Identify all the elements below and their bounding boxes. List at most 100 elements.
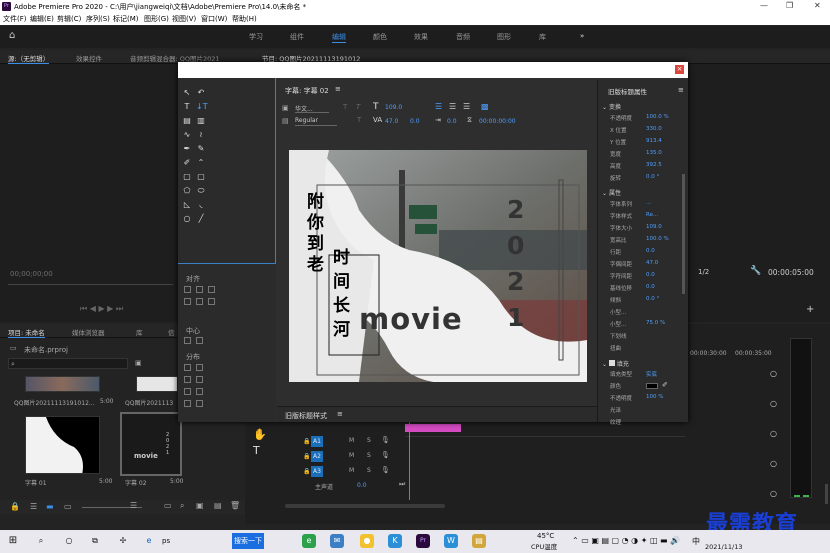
maximize-icon[interactable]: ❐ — [786, 1, 793, 10]
property-value[interactable]: 0.0 ° — [646, 174, 659, 180]
hand-tool-icon[interactable]: ✋ — [253, 428, 267, 441]
menu-graphics[interactable]: 图形(G) — [144, 14, 169, 24]
tab-value[interactable]: 0.0 — [447, 118, 457, 125]
property-row[interactable]: 字体样式 Re... — [598, 212, 688, 222]
property-row[interactable]: 宽度 135.0 — [598, 150, 688, 160]
italic-icon[interactable]: T — [356, 103, 360, 111]
align-vcenter-icon[interactable] — [196, 298, 203, 305]
search-icon[interactable]: ⌕ — [34, 534, 48, 548]
center-horizontal-icon[interactable] — [184, 337, 191, 344]
property-value[interactable]: 100.0 % — [646, 114, 669, 120]
lock-icon[interactable]: 🔒 — [303, 438, 310, 445]
path-type-tool-icon[interactable]: ∿ — [182, 130, 192, 140]
property-row[interactable]: 颜色 — [598, 382, 688, 392]
home-icon[interactable]: ⌂ — [9, 30, 15, 41]
property-row[interactable]: 填充类型 实底 — [598, 370, 688, 380]
property-value[interactable]: 0.0 — [646, 248, 655, 254]
property-row[interactable]: 不透明度 100 % — [598, 394, 688, 404]
solo-button[interactable]: S — [367, 467, 371, 474]
workspace-tab[interactable]: 库 — [539, 32, 546, 42]
type-tool-icon[interactable]: T — [182, 102, 192, 112]
tray-icons[interactable]: ⌃ ▭ ▣ ▤ ▢ ◔ ◑ ✦ ◫ ▬ 🔊 — [572, 536, 680, 545]
property-row[interactable]: 宽高比 100.0 % — [598, 236, 688, 246]
align-right-icon[interactable] — [208, 286, 215, 293]
property-value[interactable]: 135.0 — [646, 150, 662, 156]
clipped-rect-tool-icon[interactable]: ⬠ — [182, 186, 192, 196]
scroll-knob-icon[interactable]: ○ — [770, 429, 777, 438]
property-row[interactable]: Y 位置 913.4 — [598, 138, 688, 148]
close-icon[interactable]: ✕ — [814, 1, 821, 10]
clip-thumbnail[interactable] — [25, 376, 100, 392]
workspace-tab[interactable]: 学习 — [249, 32, 263, 42]
minimize-icon[interactable]: — — [760, 1, 768, 10]
menu-view[interactable]: 视图(V) — [172, 14, 196, 24]
leading-value[interactable]: 0.0 — [410, 118, 420, 125]
scroll-knob-icon[interactable]: ○ — [770, 489, 777, 498]
workspace-tab[interactable]: 音频 — [456, 32, 470, 42]
app-green-icon[interactable]: e — [302, 534, 316, 548]
ie-icon[interactable]: e — [142, 534, 156, 548]
property-value[interactable]: 75.0 % — [646, 320, 665, 326]
track-a1[interactable]: A1 — [311, 436, 323, 447]
transport-controls-icon[interactable]: ⏮ ◀ ▶ ▶ ⏭ — [80, 304, 123, 314]
property-row[interactable]: 不透明度 100.0 % — [598, 114, 688, 124]
property-row[interactable]: 光泽 — [598, 406, 688, 416]
property-row[interactable]: 字体大小 109.0 — [598, 224, 688, 234]
property-row[interactable]: 字符间距 0.0 — [598, 272, 688, 282]
track-a3[interactable]: A3 — [311, 466, 323, 477]
align-left-icon[interactable] — [184, 286, 191, 293]
lock-icon[interactable]: 🔒 — [303, 453, 310, 460]
solo-button[interactable]: S — [367, 437, 371, 444]
property-row[interactable]: X 位置 330.0 — [598, 126, 688, 136]
property-value[interactable]: 0.0 — [646, 284, 655, 290]
section-attributes[interactable]: ⌄ 属性 — [602, 188, 621, 197]
align-right-text-icon[interactable]: ☰ — [463, 102, 470, 111]
vertical-path-type-icon[interactable]: ≀ — [196, 130, 206, 140]
align-hcenter-icon[interactable] — [196, 286, 203, 293]
title-02-thumbnail[interactable]: movie 2021 — [120, 412, 182, 476]
rotate-tool-icon[interactable]: ↶ — [196, 88, 206, 98]
resolution-select[interactable]: 1/2 — [698, 268, 709, 276]
timeline-scrollbar[interactable] — [285, 504, 445, 508]
tab-info[interactable]: 信 — [168, 327, 175, 337]
freeform-view-icon[interactable]: ▭ — [64, 502, 72, 511]
distribute-icon[interactable] — [184, 400, 191, 407]
lock-icon[interactable]: 🔒 — [10, 502, 20, 511]
new-bin-icon[interactable]: ▣ — [135, 359, 142, 367]
list-view-icon[interactable]: ☰ — [30, 502, 37, 511]
property-row[interactable]: 扭曲 — [598, 344, 688, 354]
distribute-icon[interactable] — [184, 376, 191, 383]
skip-icon[interactable]: ⏭ — [399, 480, 405, 489]
property-row[interactable]: 高度 392.5 — [598, 162, 688, 172]
add-button-icon[interactable]: + — [806, 304, 814, 315]
lock-icon[interactable]: 🔒 — [303, 468, 310, 475]
workspace-tab[interactable]: 颜色 — [373, 32, 387, 42]
property-value[interactable]: Re... — [646, 212, 658, 218]
section-fill[interactable]: ⌄ 填充 — [602, 359, 629, 368]
font-family-select[interactable]: 华文... — [295, 104, 329, 113]
distribute-icon[interactable] — [184, 388, 191, 395]
master-volume[interactable]: 0.0 — [357, 482, 367, 489]
vertical-area-type-icon[interactable]: ▥ — [196, 116, 206, 126]
property-row[interactable]: 旋转 0.0 ° — [598, 174, 688, 184]
distribute-icon[interactable] — [196, 400, 203, 407]
menu-help[interactable]: 帮助(H) — [232, 14, 257, 24]
property-row[interactable]: 字偶间距 47.0 — [598, 260, 688, 270]
property-value[interactable]: 实底 — [646, 370, 657, 378]
rounded-rect-tool-icon[interactable]: ▢ — [196, 172, 206, 182]
title-clip[interactable] — [405, 424, 461, 432]
mail-icon[interactable]: ✉ — [330, 534, 344, 548]
property-value[interactable]: 0.0 — [646, 272, 655, 278]
app-w-icon[interactable]: W — [444, 534, 458, 548]
add-anchor-icon[interactable]: ✎ — [196, 144, 206, 154]
app-k-icon[interactable]: K — [388, 534, 402, 548]
more-workspaces-button[interactable]: » — [580, 32, 584, 40]
scroll-knob-icon[interactable]: ○ — [770, 399, 777, 408]
start-icon[interactable]: ⊞ — [6, 534, 20, 548]
trash-icon[interactable]: 🗑 — [230, 501, 240, 510]
search-button[interactable]: 搜索一下 — [232, 533, 264, 549]
project-search-input[interactable]: ⌕ — [8, 358, 128, 369]
app-yellow-icon[interactable]: ● — [360, 534, 374, 548]
menu-edit[interactable]: 编辑(E) — [30, 14, 54, 24]
bold-icon[interactable]: T — [343, 103, 347, 111]
